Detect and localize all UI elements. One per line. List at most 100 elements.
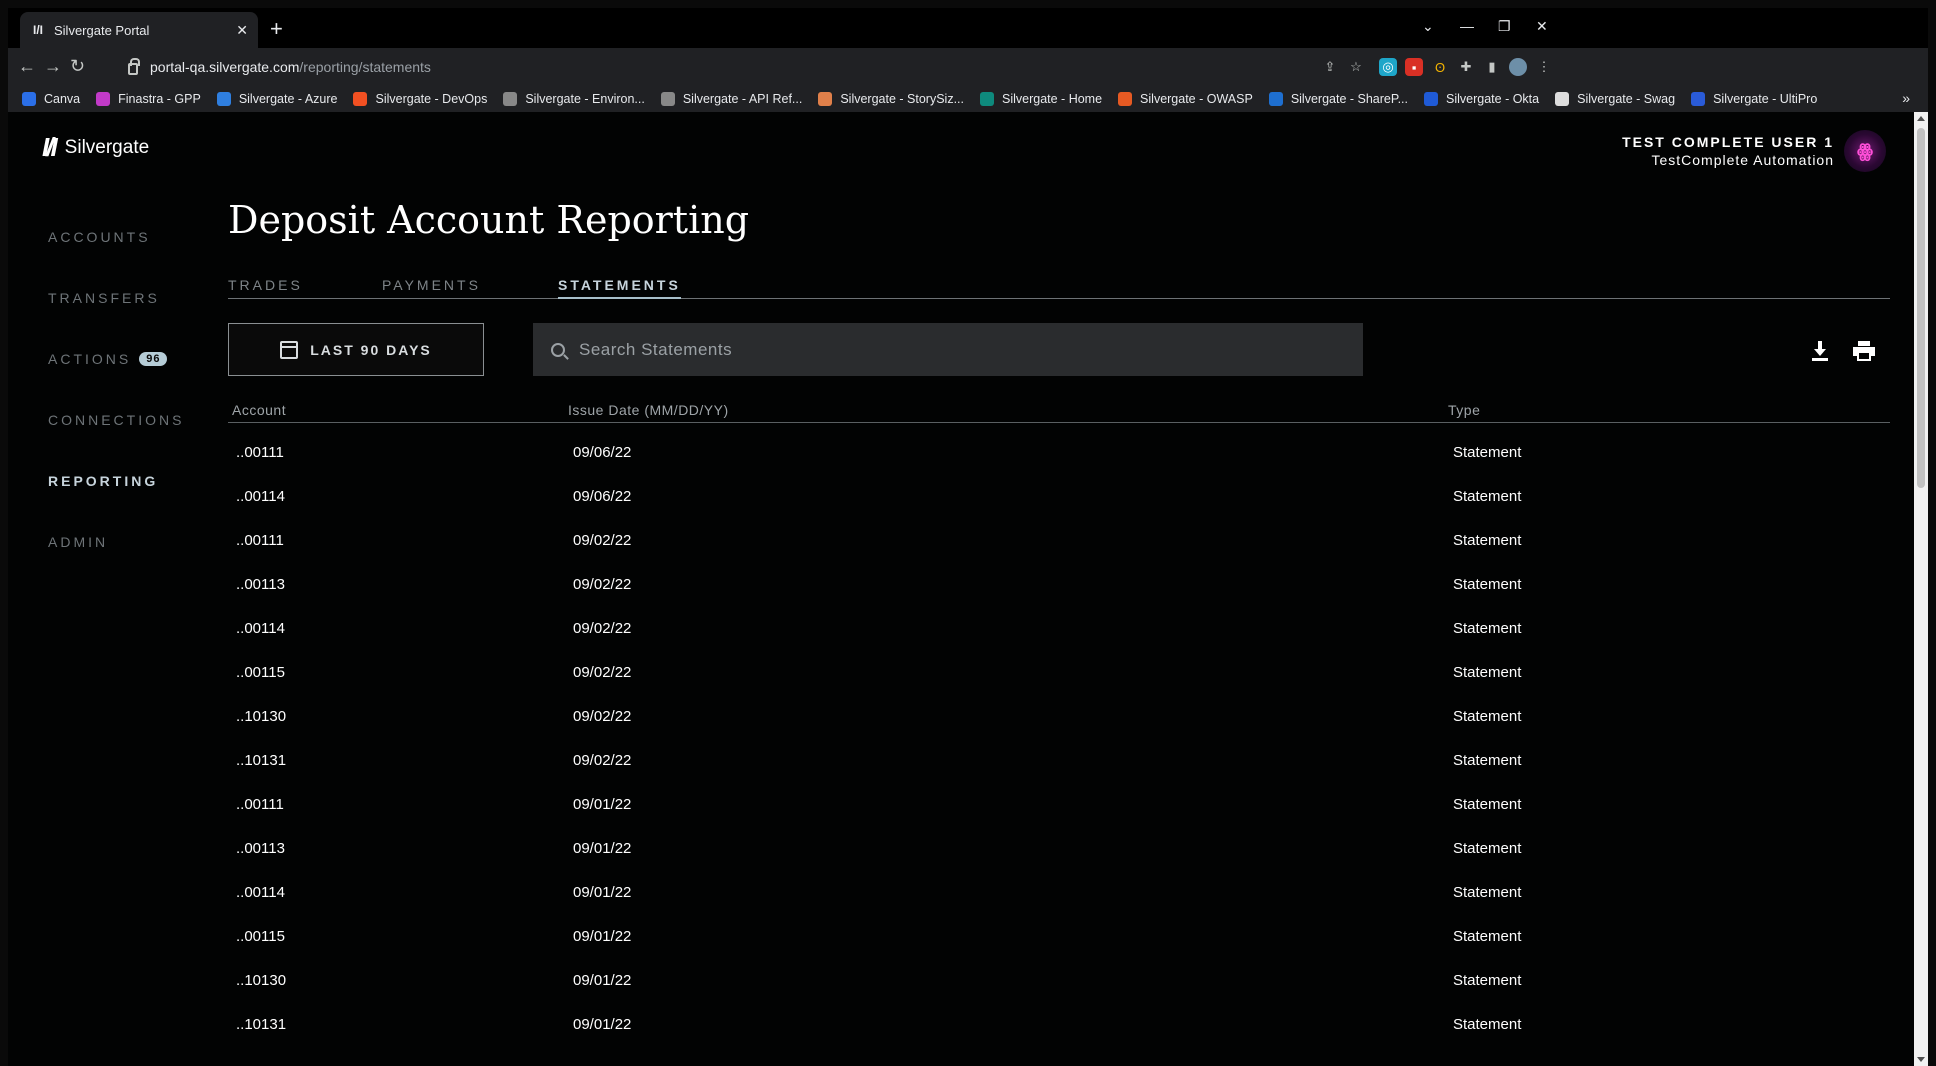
statements-table: Account Issue Date (MM/DD/YY) Type ..001…: [228, 402, 1890, 1046]
column-header-type[interactable]: Type: [1448, 402, 1480, 418]
nav-item-reporting[interactable]: REPORTING: [48, 450, 184, 511]
bookmark-star-icon[interactable]: ☆: [1347, 58, 1365, 76]
column-header-account[interactable]: Account: [232, 402, 286, 418]
table-row[interactable]: ..00114 09/02/22 Statement: [228, 606, 1890, 650]
table-row[interactable]: ..10131 09/01/22 Statement: [228, 1002, 1890, 1046]
nav-item-connections[interactable]: CONNECTIONS: [48, 389, 184, 450]
forward-icon[interactable]: →: [44, 56, 62, 77]
extension-icon[interactable]: ◎: [1379, 58, 1397, 76]
report-tabs: TRADES PAYMENTS STATEMENTS: [228, 277, 1890, 299]
cell-type: Statement: [1453, 576, 1522, 593]
nav-item-transfers[interactable]: TRANSFERS: [48, 267, 184, 328]
browser-menu-icon[interactable]: ⋮: [1535, 58, 1553, 76]
table-header: Account Issue Date (MM/DD/YY) Type: [228, 402, 1890, 423]
search-statements-field[interactable]: [533, 323, 1363, 376]
table-row[interactable]: ..00113 09/02/22 Statement: [228, 562, 1890, 606]
cell-type: Statement: [1453, 532, 1522, 549]
bookmark-item[interactable]: Silvergate - Okta: [1424, 92, 1539, 106]
bookmark-item[interactable]: Silvergate - DevOps: [353, 92, 487, 106]
cell-issue-date: 09/02/22: [573, 708, 632, 725]
cell-type: Statement: [1453, 444, 1522, 461]
table-row[interactable]: ..00111 09/06/22 Statement: [228, 430, 1890, 474]
bookmark-item[interactable]: Silvergate - Swag: [1555, 92, 1675, 106]
download-icon[interactable]: [1809, 340, 1831, 362]
minimize-icon[interactable]: —: [1460, 18, 1474, 34]
cell-type: Statement: [1453, 884, 1522, 901]
tab-statements[interactable]: STATEMENTS: [558, 277, 681, 299]
bookmark-item[interactable]: Silvergate - Environ...: [503, 92, 645, 106]
bookmark-favicon-icon: [22, 92, 36, 106]
reload-icon[interactable]: ↻: [70, 56, 85, 77]
bookmark-item[interactable]: Canva: [22, 92, 80, 106]
table-row[interactable]: ..00115 09/02/22 Statement: [228, 650, 1890, 694]
nav-item-actions[interactable]: ACTIONS 96: [48, 328, 184, 389]
bookmark-item[interactable]: Silvergate - UltiPro: [1691, 92, 1817, 106]
table-row[interactable]: ..10130 09/02/22 Statement: [228, 694, 1890, 738]
silvergate-favicon-icon: I/I: [32, 23, 43, 37]
table-row[interactable]: ..00114 09/06/22 Statement: [228, 474, 1890, 518]
table-row[interactable]: ..00111 09/02/22 Statement: [228, 518, 1890, 562]
date-range-label: LAST 90 DAYS: [310, 341, 432, 358]
avatar[interactable]: ꙮ: [1844, 130, 1886, 172]
profile-avatar-icon[interactable]: [1509, 58, 1527, 76]
bookmark-label: Silvergate - Swag: [1577, 92, 1676, 106]
bookmark-item[interactable]: Silvergate - Azure: [216, 92, 337, 106]
side-nav: ACCOUNTS TRANSFERS ACTIONS 96 CONNECTIONS REP…: [48, 206, 184, 572]
tab-trades[interactable]: TRADES: [228, 277, 303, 297]
share-icon[interactable]: ⇪: [1321, 58, 1339, 76]
bookmark-item[interactable]: Silvergate - API Ref...: [660, 92, 803, 106]
bookmark-label: Silvergate - ShareP...: [1290, 92, 1409, 106]
scroll-down-icon[interactable]: [1917, 1057, 1925, 1062]
user-info[interactable]: TEST COMPLETE USER 1 TestComplete Automa…: [1622, 134, 1834, 168]
close-tab-icon[interactable]: ✕: [236, 22, 248, 39]
address-bar[interactable]: portal-qa.silvergate.com/reporting/state…: [120, 53, 1660, 81]
extension-loop-icon[interactable]: ʘ: [1431, 58, 1449, 76]
restore-icon[interactable]: ❐: [1498, 18, 1511, 35]
extensions-puzzle-icon[interactable]: ✚: [1457, 58, 1475, 76]
table-row[interactable]: ..10131 09/02/22 Statement: [228, 738, 1890, 782]
table-row[interactable]: ..00113 09/01/22 Statement: [228, 826, 1890, 870]
table-row[interactable]: ..00115 09/01/22 Statement: [228, 914, 1890, 958]
close-window-icon[interactable]: ✕: [1536, 18, 1548, 35]
bookmark-label: Silvergate - Okta: [1446, 92, 1540, 106]
back-icon[interactable]: ←: [18, 56, 36, 77]
tab-payments[interactable]: PAYMENTS: [382, 277, 481, 297]
cell-account: ..00111: [236, 796, 284, 813]
page-scrollbar[interactable]: [1914, 112, 1928, 1066]
extension-red-icon[interactable]: ▪: [1405, 58, 1423, 76]
cell-account: ..00111: [236, 532, 284, 549]
browser-tab[interactable]: I/I Silvergate Portal ✕: [20, 12, 258, 48]
bookmark-label: Silvergate - UltiPro: [1713, 92, 1818, 106]
date-range-button[interactable]: LAST 90 DAYS: [228, 323, 484, 376]
table-row[interactable]: ..00114 09/01/22 Statement: [228, 870, 1890, 914]
search-input[interactable]: [579, 339, 1363, 360]
table-row[interactable]: ..00111 09/01/22 Statement: [228, 782, 1890, 826]
column-header-issue-date[interactable]: Issue Date (MM/DD/YY): [568, 402, 729, 418]
scroll-up-icon[interactable]: [1917, 116, 1925, 121]
side-panel-icon[interactable]: ▮: [1483, 58, 1501, 76]
nav-item-label: ADMIN: [48, 533, 109, 550]
scrollbar-thumb[interactable]: [1917, 128, 1925, 488]
bookmark-label: Silvergate - Environ...: [525, 92, 645, 106]
nav-item-accounts[interactable]: ACCOUNTS: [48, 206, 184, 267]
cell-type: Statement: [1453, 972, 1522, 989]
bookmark-item[interactable]: Finastra - GPP: [96, 92, 201, 106]
bookmark-label: Canva: [44, 92, 81, 106]
cell-account: ..10130: [236, 972, 287, 989]
new-tab-button[interactable]: +: [270, 18, 283, 40]
table-row[interactable]: ..10130 09/01/22 Statement: [228, 958, 1890, 1002]
nav-item-admin[interactable]: ADMIN: [48, 511, 184, 572]
tab-search-icon[interactable]: ⌄: [1422, 18, 1434, 35]
print-icon[interactable]: [1853, 340, 1875, 362]
user-org: TestComplete Automation: [1651, 152, 1834, 168]
bookmark-item[interactable]: Silvergate - ShareP...: [1268, 92, 1409, 106]
bookmark-item[interactable]: Silvergate - StorySiz...: [818, 92, 964, 106]
bookmark-item[interactable]: Silvergate - OWASP: [1118, 92, 1253, 106]
page-title: Deposit Account Reporting: [228, 198, 750, 242]
silvergate-logo[interactable]: I/I Silvergate: [42, 132, 149, 163]
bookmark-item[interactable]: Silvergate - Home: [980, 92, 1102, 106]
bookmark-label: Silvergate - DevOps: [375, 92, 488, 106]
bookmarks-more-icon[interactable]: »: [1902, 90, 1910, 106]
bookmark-label: Silvergate - API Ref...: [682, 92, 803, 106]
cell-account: ..00113: [236, 840, 285, 857]
